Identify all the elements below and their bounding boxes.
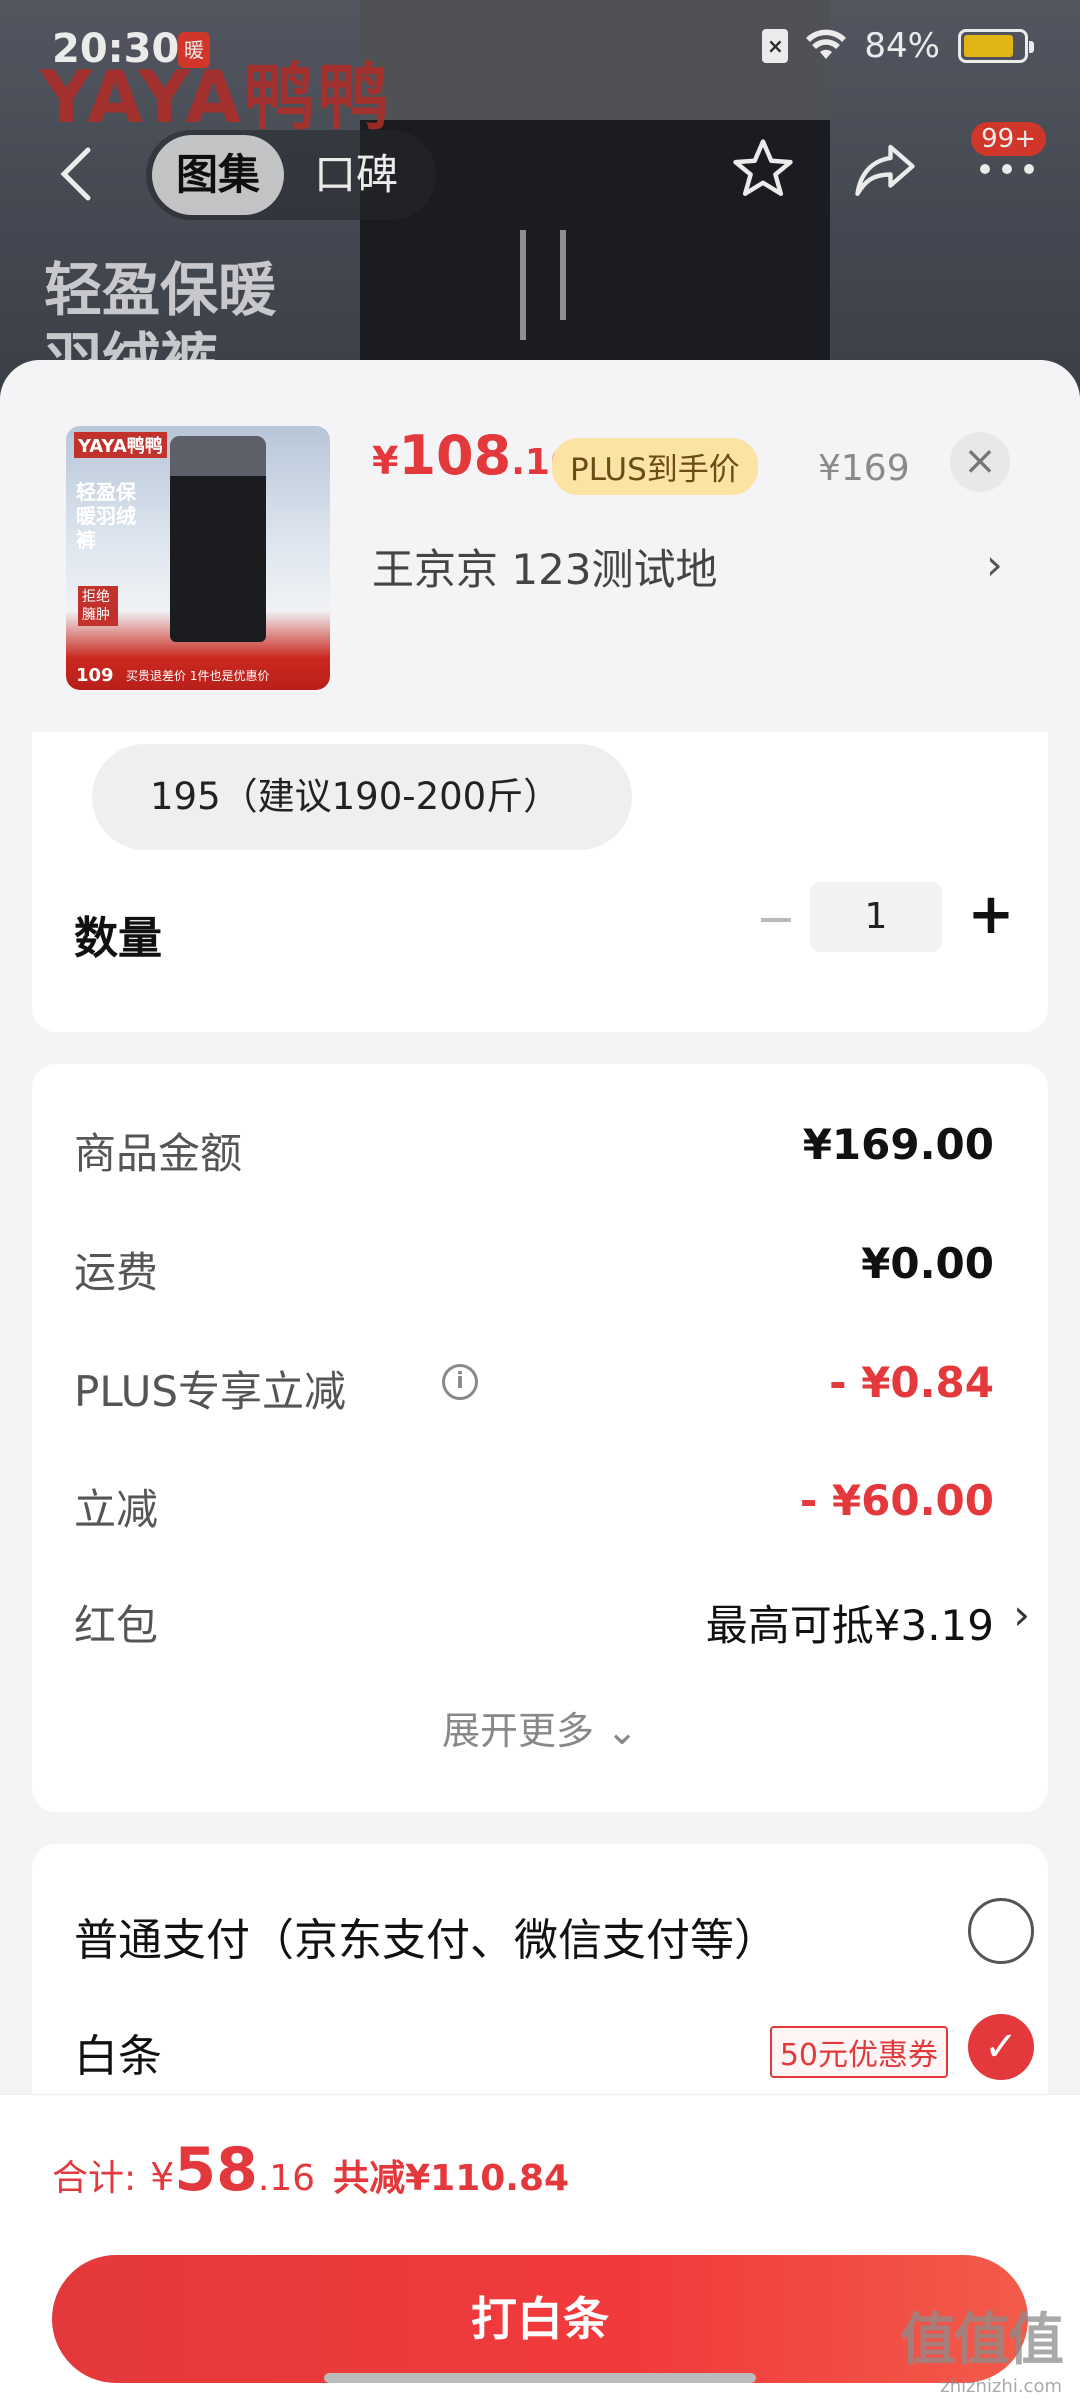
fee-label: 商品金额 (74, 1129, 243, 1178)
fee-label: 运费 (74, 1248, 159, 1297)
pay-with-baitiao-button[interactable]: 打白条 (52, 2255, 1028, 2383)
chevron-right-icon: › (1013, 1590, 1030, 1639)
fee-row-shipping: 运费 ¥0.00 (74, 1227, 994, 1307)
checkout-bar: 合计: ¥ 58 .16 共减¥110.84 打白条 值值值 zhizhizhi… (0, 2094, 1080, 2400)
size-option[interactable]: 195（建议190-200斤） (92, 744, 632, 850)
thumb-slogan: 轻盈保暖羽绒裤 (76, 480, 136, 552)
thumb-strip: 买贵退差价 1件也是优惠价 (126, 669, 270, 683)
radio-button[interactable] (968, 1898, 1034, 1964)
fee-row-plus-discount: PLUS专享立减 i - ¥0.84 (74, 1346, 994, 1426)
quantity-input[interactable]: 1 (810, 882, 942, 952)
product-thumbnail: YAYA鸭鸭 轻盈保暖羽绒裤 拒绝臃肿 109 买贵退差价 1件也是优惠价 (66, 426, 330, 690)
delivery-address[interactable]: 王京京 123测试地 (372, 536, 718, 597)
fee-value: ¥0.00 (861, 1239, 994, 1288)
total-label: 合计: (52, 2158, 137, 2199)
watermark-url: zhizhizhi.com (940, 2376, 1062, 2397)
radio-button-checked[interactable]: ✓ (968, 2014, 1034, 2080)
chevron-right-icon[interactable]: › (986, 540, 1003, 589)
payment-label: 白条 (74, 2031, 162, 2082)
thumb-tag: 拒绝臃肿 (78, 586, 118, 626)
total-savings: 共减¥110.84 (333, 2158, 570, 2199)
payment-option-baitiao[interactable]: 白条 50元优惠券 ✓ (74, 1996, 1044, 2096)
fee-value: - ¥0.84 (829, 1358, 994, 1407)
overlay-scrim (0, 0, 1080, 420)
order-total: 合计: ¥ 58 .16 共减¥110.84 (52, 2135, 569, 2205)
red-packet-value: 最高可抵¥3.19 (705, 1601, 994, 1650)
spec-card: 195（建议190-200斤） 数量 − 1 + (32, 732, 1048, 1032)
total-decimal: .16 (257, 2158, 316, 2199)
price-integer: 108 (398, 424, 512, 487)
sheet-header: YAYA鸭鸭 轻盈保暖羽绒裤 拒绝臃肿 109 买贵退差价 1件也是优惠价 ¥ … (0, 360, 1080, 732)
thumb-pants (170, 436, 266, 642)
info-icon[interactable]: i (442, 1364, 478, 1400)
thumb-price: 109 (76, 665, 114, 686)
fee-row-discount: 立减 - ¥60.00 (74, 1464, 994, 1544)
fee-row-red-packet[interactable]: 红包 最高可抵¥3.19 › (74, 1580, 1030, 1660)
original-price: ¥169 (818, 448, 910, 489)
fee-row-goods: 商品金额 ¥169.00 (74, 1108, 994, 1188)
price-detail-card: 商品金额 ¥169.00 运费 ¥0.00 PLUS专享立减 i - ¥0.84… (32, 1064, 1048, 1812)
thumb-brand: YAYA鸭鸭 (74, 432, 167, 458)
fee-label: PLUS专享立减 (74, 1367, 347, 1416)
price: ¥ 108 .16 (372, 424, 575, 514)
close-button[interactable]: × (950, 432, 1010, 492)
payment-option-normal[interactable]: 普通支付（京东支付、微信支付等） (74, 1880, 1044, 1980)
fee-value: - ¥60.00 (799, 1476, 994, 1525)
quantity-increase-button[interactable]: + (956, 880, 1026, 950)
price-currency: ¥ (372, 439, 399, 483)
total-integer: 58 (174, 2135, 258, 2205)
expand-more-link[interactable]: 展开更多 ⌄ (32, 1700, 1048, 1755)
quantity-label: 数量 (74, 913, 162, 964)
payment-label: 普通支付（京东支付、微信支付等） (74, 1915, 778, 1966)
fee-value: ¥169.00 (802, 1120, 994, 1169)
quantity-decrease-button[interactable]: − (746, 890, 806, 950)
plus-price-badge: PLUS到手价 (552, 438, 758, 495)
watermark-logo: 值值值 (900, 2308, 1064, 2373)
coupon-badge: 50元优惠券 (769, 2026, 948, 2078)
fee-label: 立减 (74, 1485, 159, 1534)
watermark: 值值值 zhizhizhi.com (900, 2295, 1064, 2397)
total-currency: ¥ (150, 2155, 175, 2199)
home-indicator[interactable] (324, 2373, 756, 2383)
fee-label: 红包 (74, 1601, 159, 1650)
